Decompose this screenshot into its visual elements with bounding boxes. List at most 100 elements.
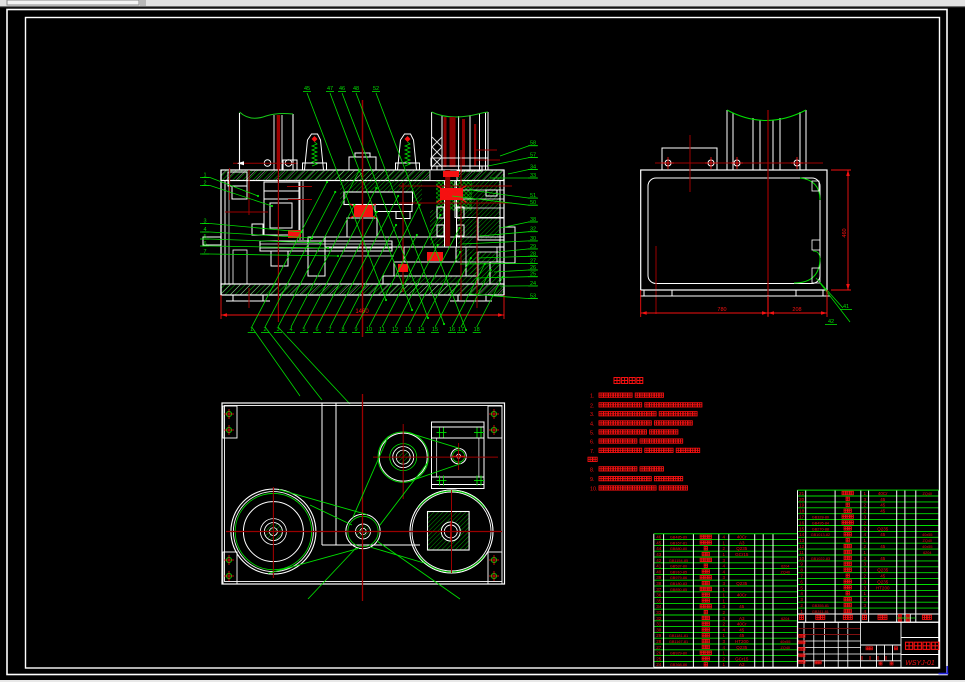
- svg-text:A3: A3: [739, 540, 745, 545]
- svg-text:WSYJ-01: WSYJ-01: [905, 660, 935, 667]
- svg-text:40x55: 40x55: [922, 545, 932, 549]
- svg-text:25: 25: [656, 656, 662, 661]
- svg-text:3.: 3.: [590, 412, 595, 418]
- svg-text:11: 11: [799, 550, 804, 555]
- svg-text:17: 17: [799, 515, 805, 520]
- svg-text:GB368-86: GB368-86: [670, 663, 687, 667]
- svg-text:Q235: Q235: [736, 546, 748, 551]
- svg-text:GB355-81: GB355-81: [812, 604, 829, 608]
- svg-text:18: 18: [799, 509, 805, 514]
- svg-text:33: 33: [656, 610, 662, 615]
- svg-text:45: 45: [656, 540, 662, 545]
- svg-text:6.: 6.: [590, 440, 595, 446]
- svg-text:A3: A3: [739, 662, 745, 667]
- svg-text:GCr15: GCr15: [735, 552, 749, 557]
- svg-text:GB1154-85: GB1154-85: [669, 559, 688, 563]
- svg-text:6204: 6204: [781, 617, 789, 621]
- svg-text:Q235: Q235: [736, 645, 748, 650]
- svg-text:19: 19: [799, 503, 805, 508]
- svg-text:GCr15: GCr15: [735, 656, 749, 661]
- svg-text:45: 45: [739, 604, 745, 609]
- svg-text:A3: A3: [739, 616, 745, 621]
- svg-text:45: 45: [880, 556, 886, 561]
- svg-text:GB328-80: GB328-80: [812, 516, 829, 520]
- svg-text:30: 30: [656, 627, 662, 632]
- svg-text:Q235: Q235: [877, 526, 889, 531]
- svg-text:40Cr: 40Cr: [737, 622, 747, 627]
- svg-text:45: 45: [880, 509, 886, 514]
- svg-text:GB929-80: GB929-80: [670, 652, 687, 656]
- svg-text:7.: 7.: [590, 449, 595, 455]
- svg-text:31: 31: [656, 622, 662, 627]
- svg-text:HT200: HT200: [735, 639, 749, 644]
- svg-text:ZQ40: ZQ40: [781, 646, 791, 650]
- svg-text:GB1167-81: GB1167-81: [669, 640, 688, 644]
- svg-text:GB880-80: GB880-80: [670, 547, 687, 551]
- svg-text:GB537-80: GB537-80: [670, 565, 687, 569]
- svg-text:36: 36: [656, 593, 662, 598]
- svg-text:35: 35: [656, 598, 662, 603]
- svg-text:38: 38: [656, 581, 662, 586]
- svg-text:GB180-83: GB180-83: [670, 582, 687, 586]
- svg-text:45: 45: [739, 633, 745, 638]
- svg-text:14: 14: [799, 532, 805, 537]
- svg-text:GB270-88: GB270-88: [812, 527, 829, 531]
- svg-text:780: 780: [717, 307, 726, 313]
- svg-text:46: 46: [656, 535, 662, 540]
- svg-text:40Cr: 40Cr: [737, 535, 747, 540]
- svg-text:ZQ40: ZQ40: [923, 539, 933, 543]
- svg-text:GB167-81: GB167-81: [670, 541, 687, 545]
- svg-text:6204: 6204: [781, 565, 789, 569]
- svg-text:21: 21: [799, 491, 805, 496]
- svg-text:24: 24: [656, 662, 662, 667]
- svg-text:GB311-81: GB311-81: [812, 610, 829, 614]
- svg-text:GB910-85: GB910-85: [670, 570, 687, 574]
- svg-text:40Cr: 40Cr: [737, 593, 747, 598]
- svg-text:15: 15: [799, 526, 805, 531]
- svg-text:4.: 4.: [590, 421, 595, 427]
- svg-text:42: 42: [656, 558, 662, 563]
- svg-text:40Cr: 40Cr: [878, 491, 888, 496]
- svg-text:HT200: HT200: [876, 585, 890, 590]
- svg-text:460: 460: [842, 228, 848, 237]
- svg-text:16: 16: [799, 520, 805, 525]
- svg-text:5.: 5.: [590, 430, 595, 436]
- svg-text:45: 45: [880, 532, 886, 537]
- svg-text:12: 12: [799, 544, 805, 549]
- svg-text:29: 29: [656, 633, 662, 638]
- svg-text:Q235: Q235: [736, 581, 748, 586]
- svg-text:39: 39: [656, 575, 662, 580]
- svg-text:9.: 9.: [590, 477, 595, 483]
- svg-text:45: 45: [880, 503, 886, 508]
- svg-text:20: 20: [799, 497, 805, 502]
- svg-text:GB495-84: GB495-84: [812, 521, 829, 525]
- svg-text:ZQ40: ZQ40: [923, 492, 933, 496]
- svg-text:6204: 6204: [923, 551, 931, 555]
- svg-text:34: 34: [656, 604, 662, 609]
- svg-text:45: 45: [880, 544, 886, 549]
- svg-text:41: 41: [656, 564, 662, 569]
- svg-text:Q235: Q235: [877, 579, 889, 584]
- svg-text:45: 45: [739, 627, 745, 632]
- svg-text:Q235: Q235: [877, 568, 889, 573]
- svg-text:13: 13: [799, 538, 805, 543]
- svg-text:1.: 1.: [590, 394, 595, 400]
- svg-text:ZQ40: ZQ40: [781, 570, 791, 574]
- svg-text:45: 45: [880, 497, 886, 502]
- svg-text:40x55: 40x55: [922, 533, 932, 537]
- svg-text:40: 40: [656, 569, 662, 574]
- svg-text:44: 44: [656, 546, 662, 551]
- svg-text:37: 37: [656, 587, 662, 592]
- svg-text:GB979-86: GB979-86: [670, 576, 687, 580]
- svg-text:GB485-89: GB485-89: [670, 536, 687, 540]
- svg-text:GB1022-83: GB1022-83: [811, 557, 830, 561]
- svg-text:2.: 2.: [590, 403, 595, 409]
- svg-text:26: 26: [656, 651, 662, 656]
- svg-text:28: 28: [656, 639, 662, 644]
- svg-text:43: 43: [656, 552, 662, 557]
- svg-text:GB1013-82: GB1013-82: [811, 533, 830, 537]
- svg-text:45: 45: [880, 574, 886, 579]
- svg-text:10.: 10.: [590, 486, 598, 492]
- svg-text:GB1181-81: GB1181-81: [669, 634, 688, 638]
- svg-text:40x55: 40x55: [780, 640, 790, 644]
